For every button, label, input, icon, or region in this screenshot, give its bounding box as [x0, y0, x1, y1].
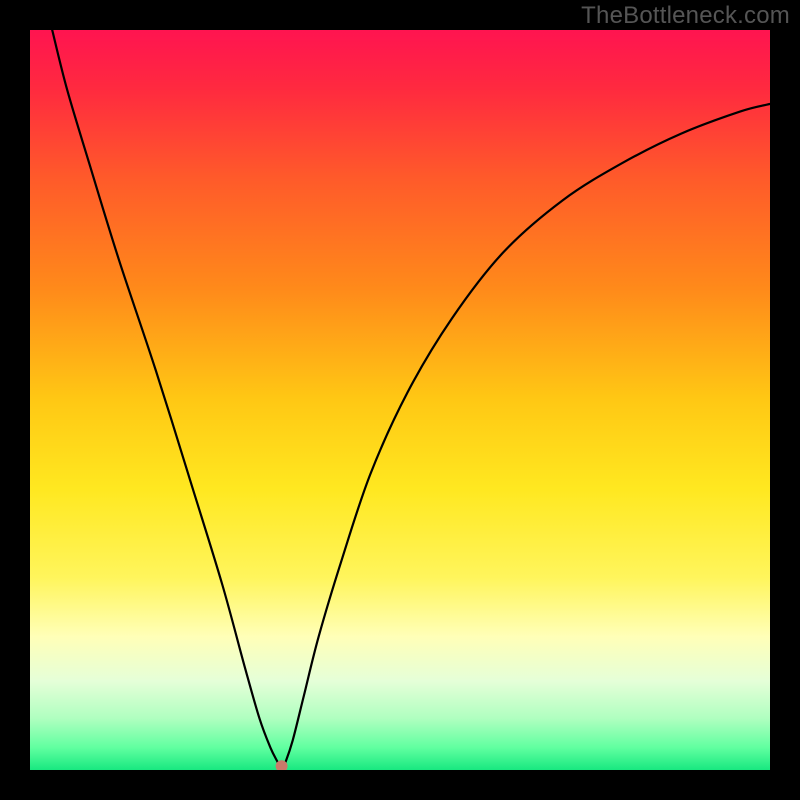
- chart-svg: [30, 30, 770, 770]
- watermark-text: TheBottleneck.com: [581, 2, 790, 30]
- plot-area: [30, 30, 770, 770]
- gradient-background: [30, 30, 770, 770]
- chart-frame: TheBottleneck.com: [0, 0, 800, 800]
